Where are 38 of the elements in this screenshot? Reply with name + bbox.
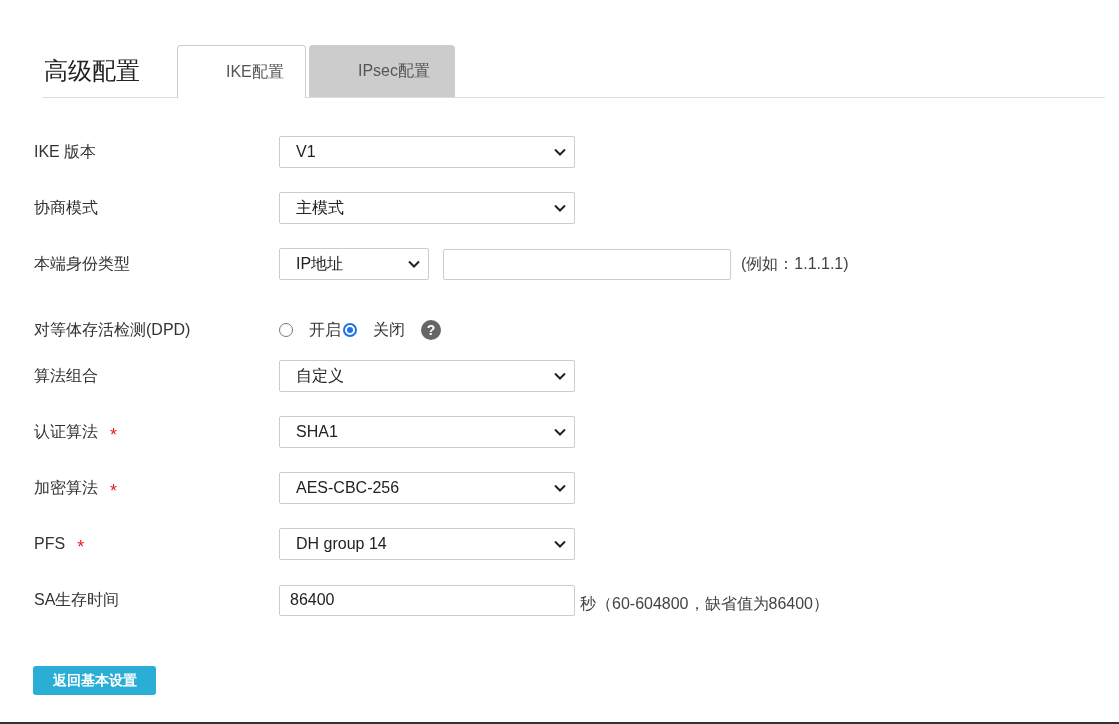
help-icon[interactable]: ? xyxy=(421,320,441,340)
dropdown[interactable]: 主模式 xyxy=(279,192,575,224)
dropdown[interactable]: 自定义 xyxy=(279,360,575,392)
caret-icon xyxy=(408,260,420,268)
tab[interactable]: IPsec配置 xyxy=(309,45,455,97)
field-label: 算法组合 xyxy=(34,365,98,386)
dropdown[interactable]: IP地址 xyxy=(279,248,429,280)
required-mark: * xyxy=(110,423,117,446)
caret-icon xyxy=(554,484,566,492)
radio-label: 关闭 xyxy=(373,319,405,340)
caret-icon xyxy=(554,372,566,380)
dropdown[interactable]: AES-CBC-256 xyxy=(279,472,575,504)
tab[interactable]: IKE配置 xyxy=(177,45,306,98)
field-label: SA生存时间 xyxy=(34,589,120,610)
caret-icon xyxy=(554,428,566,436)
dropdown[interactable]: SHA1 xyxy=(279,416,575,448)
field-label: PFS xyxy=(34,535,66,553)
field-label: 对等体存活检测(DPD) xyxy=(34,319,191,340)
page-title: 高级配置 xyxy=(43,56,141,86)
hint-text: 秒（60-604800，缺省值为86400） xyxy=(580,593,829,614)
caret-icon xyxy=(554,540,566,548)
input-field[interactable]: 86400 xyxy=(279,584,575,616)
field-label: 本端身份类型 xyxy=(34,253,130,274)
caret-icon xyxy=(554,148,566,156)
field-label: 协商模式 xyxy=(34,197,98,218)
input-field[interactable] xyxy=(443,248,731,280)
dropdown[interactable]: DH group 14 xyxy=(279,528,575,560)
field-label: 认证算法 xyxy=(34,421,98,442)
radio-label: 开启 xyxy=(309,319,341,340)
dropdown[interactable]: V1 xyxy=(279,136,575,168)
caret-icon xyxy=(554,204,566,212)
required-mark: * xyxy=(77,535,85,558)
radio-button[interactable] xyxy=(279,323,293,337)
radio-button[interactable] xyxy=(343,323,357,337)
required-mark: * xyxy=(110,479,117,502)
field-label: IKE 版本 xyxy=(34,141,97,162)
field-label: 加密算法 xyxy=(34,477,98,498)
hint-text: (例如：1.1.1.1) xyxy=(741,253,849,274)
